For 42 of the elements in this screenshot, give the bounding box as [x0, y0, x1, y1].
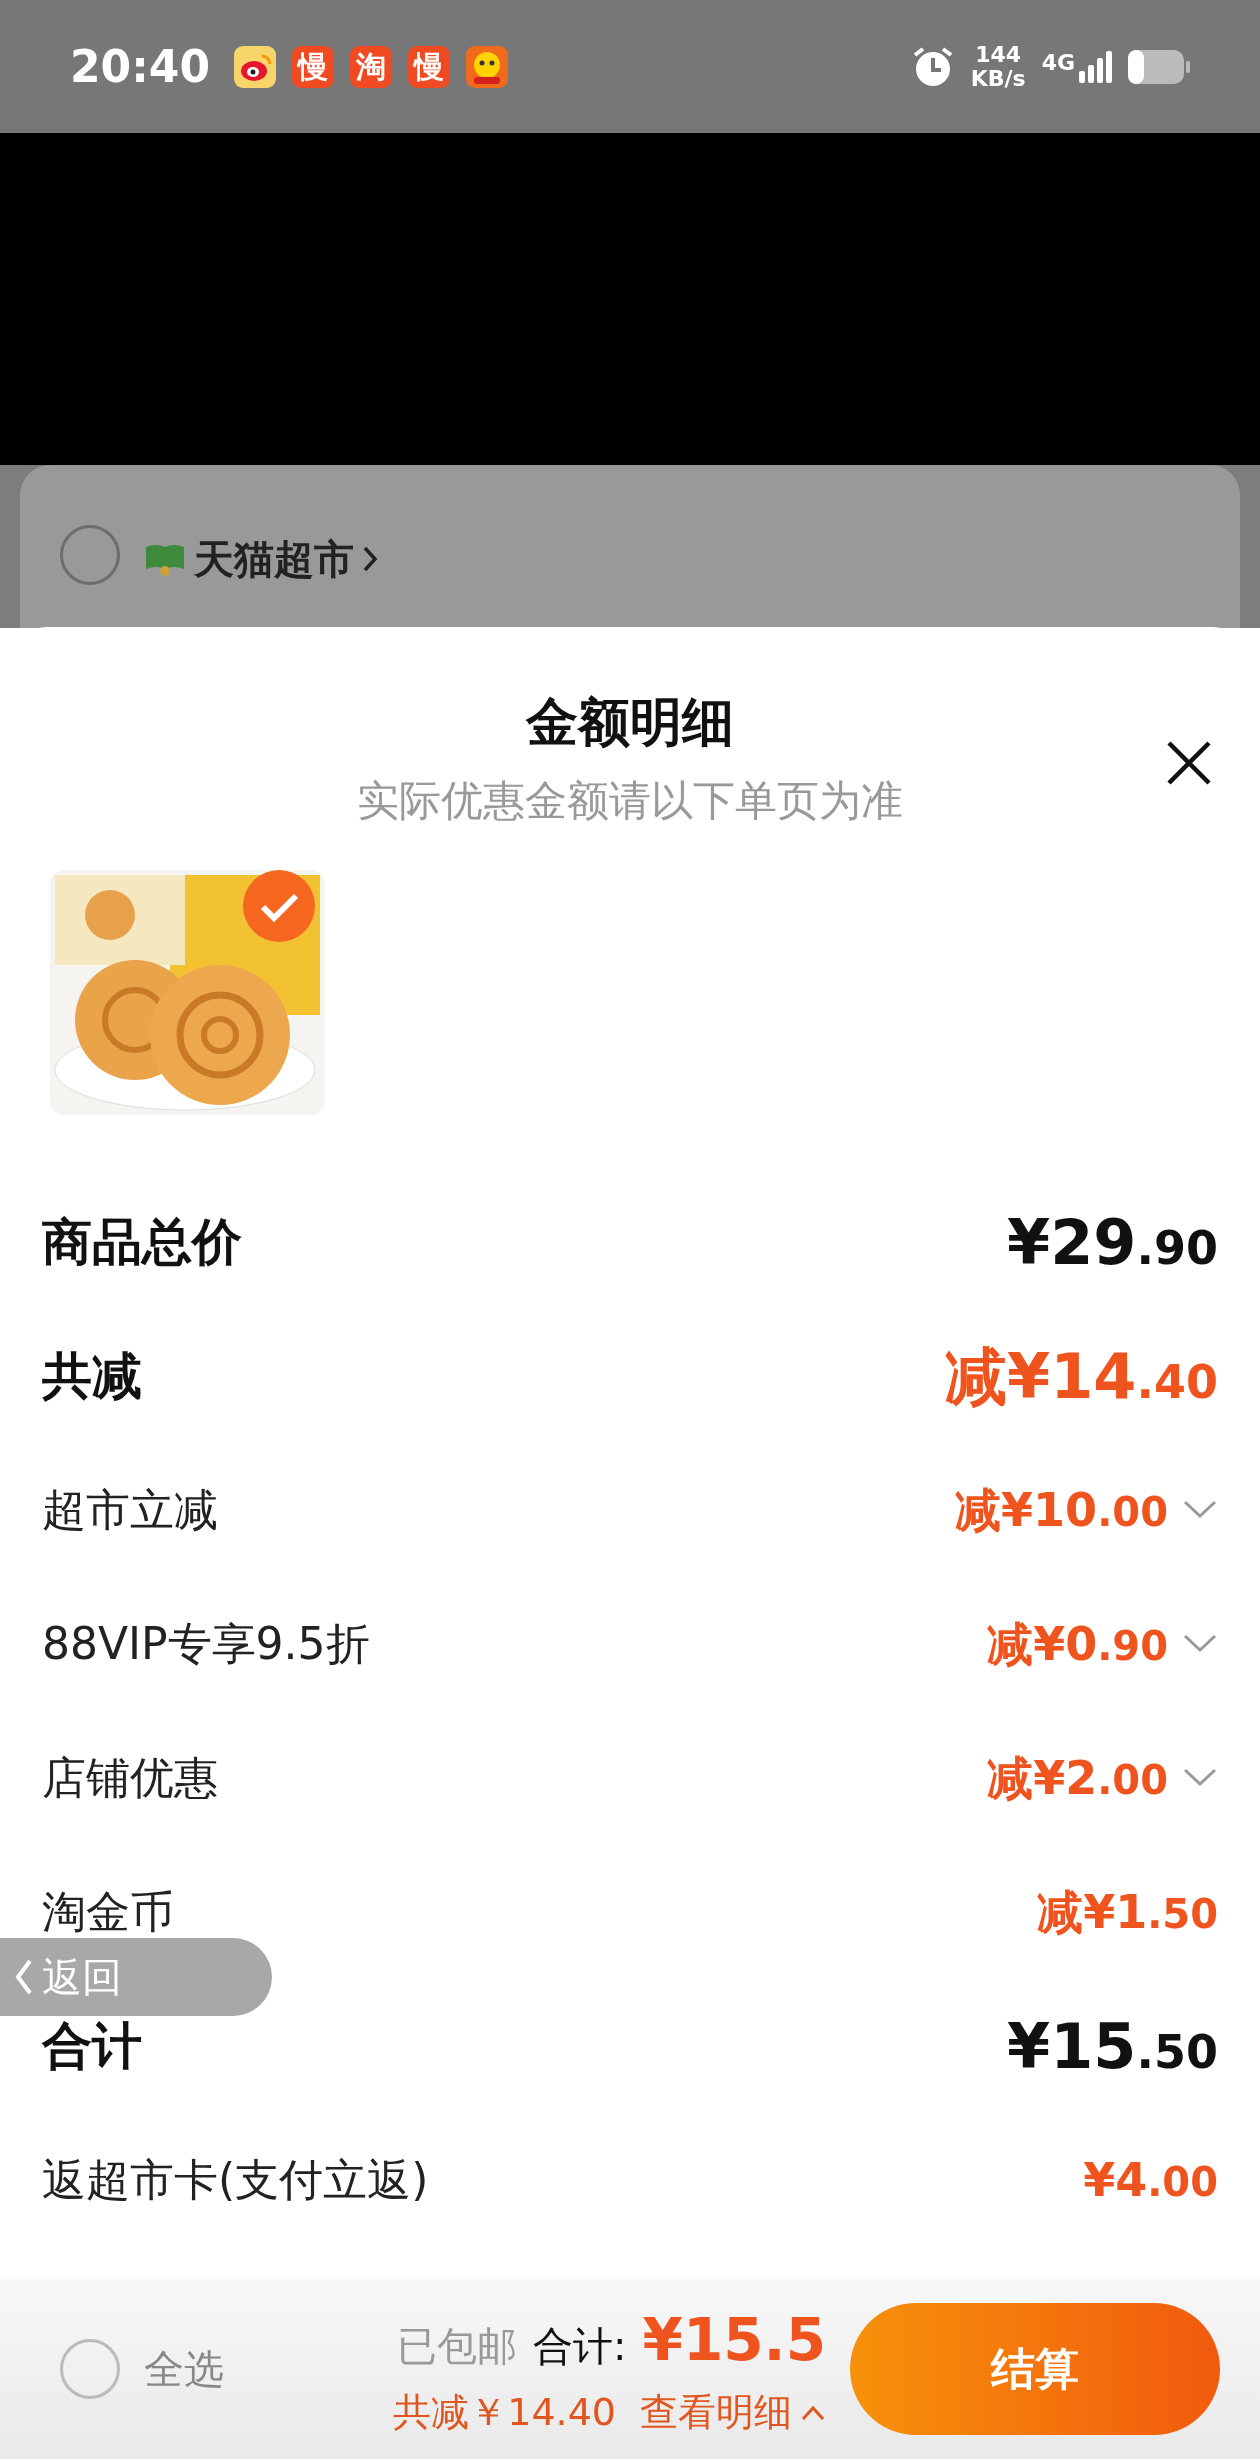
select-all-label: 全选 [144, 2345, 224, 2394]
row-label: 商品总价 [42, 1214, 242, 1270]
sheet-subtitle: 实际优惠金额请以下单页为准 [356, 775, 904, 827]
speed-unit-text: KB/s [970, 66, 1026, 90]
app-icon: 淘 [350, 45, 393, 88]
app-icon: 慢 [408, 45, 451, 88]
amount-text: 减¥2.00 [987, 1749, 1168, 1807]
sheet-title: 金额明细 [524, 691, 735, 754]
battery-icon [1128, 49, 1190, 84]
row-label: 共减 [42, 1348, 142, 1404]
chevron-left-icon [14, 1958, 34, 1996]
store-link[interactable]: 天猫超市 [194, 529, 378, 589]
total-amount: ¥15.5 [642, 2305, 826, 2376]
amount-text: ¥4.00 [1083, 2151, 1218, 2209]
back-button[interactable]: 返回 [0, 1938, 272, 2016]
app-icon: 慢 [292, 45, 335, 88]
row-label: 返超市卡(支付立返) [42, 2155, 429, 2205]
weibo-app-icon [234, 45, 277, 88]
amount-text: 减¥10.00 [955, 1481, 1168, 1539]
row-label: 合计 [42, 2018, 142, 2074]
shipping-text: 已包邮 [397, 2322, 518, 2371]
amount-text: ¥29.90 [1007, 1204, 1218, 1281]
amount-text: 减¥14.40 [945, 1338, 1218, 1415]
signal-icon [1079, 50, 1112, 83]
row-label: 淘金币 [42, 1887, 174, 1937]
amount-text: 减¥0.90 [987, 1615, 1168, 1673]
network-text: 4G [1041, 50, 1075, 74]
discount-text: 共减￥14.40 [393, 2389, 616, 2436]
speed-text: 144 [974, 43, 1023, 67]
select-all-checkbox[interactable] [60, 2339, 120, 2399]
mascot-app-icon [466, 45, 509, 88]
row-label: 店铺优惠 [42, 1753, 218, 1803]
amount-text: ¥15.50 [1007, 2008, 1218, 2085]
row-label: 超市立减 [42, 1485, 218, 1535]
total-label: 合计: [533, 2322, 627, 2371]
amount-text: 减¥1.50 [1037, 1883, 1218, 1941]
checkout-button[interactable]: 结算 [850, 2303, 1220, 2435]
chevron-right-icon [362, 545, 378, 573]
select-circle[interactable] [60, 525, 120, 585]
row-label: 88VIP专享9.5折 [42, 1619, 370, 1669]
details-link[interactable]: 查看明细 [640, 2384, 826, 2441]
time-text: 20:40 [70, 39, 211, 94]
